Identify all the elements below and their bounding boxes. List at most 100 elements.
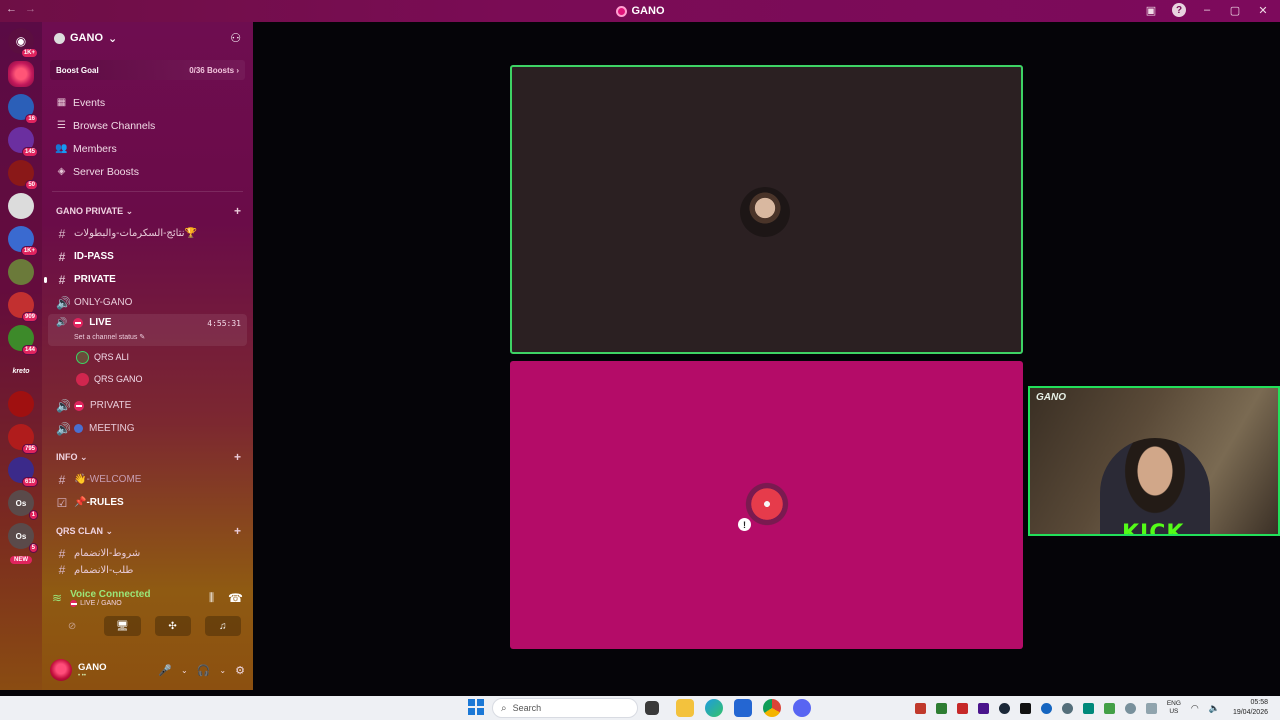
activities-button[interactable]: ✣ <box>154 616 191 636</box>
category-info[interactable]: INFO ⌄ + <box>42 446 253 468</box>
forward-icon[interactable]: → <box>25 3 36 15</box>
headphones-icon[interactable]: 🎧 <box>197 664 211 677</box>
server-badge: 144 <box>21 345 38 355</box>
microphone-icon[interactable] <box>1124 702 1136 714</box>
server-icon-gano[interactable] <box>8 61 34 87</box>
server-icon-kreto[interactable]: kreto <box>8 358 34 384</box>
disconnect-icon[interactable]: ☎ <box>228 591 243 605</box>
invite-icon[interactable]: ⚇ <box>230 31 241 45</box>
add-channel-icon[interactable]: + <box>234 524 241 538</box>
voice-user[interactable]: QRS ALI <box>42 346 253 368</box>
channel-label: نتائج-السكرمات-والبطولات🏆 <box>74 228 197 239</box>
chevron-down-icon[interactable]: ⌄ <box>219 666 226 675</box>
channel-join-rules[interactable]: # شروط-الانضمام <box>42 542 253 565</box>
camera-off-button[interactable]: ⊘ <box>54 616 90 636</box>
language-indicator[interactable]: ENG US <box>1167 700 1181 716</box>
taskbar-search[interactable]: ⌕ Search <box>492 698 638 718</box>
webcam-overlay: GANO KICK <box>1028 386 1280 536</box>
chrome-icon[interactable] <box>763 699 781 717</box>
tray-app-icon[interactable] <box>914 702 926 714</box>
server-icon-os[interactable]: Os 1 <box>8 490 38 520</box>
microphone-icon[interactable]: 🎤 <box>158 664 172 677</box>
bluetooth-icon[interactable] <box>1040 702 1052 714</box>
clock[interactable]: 05:58 19/04/2026 <box>1233 698 1268 718</box>
channel-private-voice[interactable]: 🔊 PRIVATE <box>42 394 253 417</box>
tray-app-icon[interactable] <box>1019 702 1031 714</box>
tray-app-icon[interactable] <box>1061 702 1073 714</box>
tray-app-icon[interactable] <box>1103 702 1115 714</box>
edge-icon[interactable] <box>705 699 723 717</box>
file-explorer-icon[interactable] <box>676 699 694 717</box>
server-icon[interactable]: 909 <box>8 292 38 322</box>
server-icon[interactable]: 16 <box>8 94 38 124</box>
server-icon[interactable]: 1K+ <box>8 226 38 256</box>
server-icon[interactable] <box>8 193 34 219</box>
channel-private-text[interactable]: # PRIVATE <box>42 268 253 291</box>
soundboard-button[interactable]: ♫ <box>204 616 241 636</box>
voice-status: Voice Connected <box>70 589 151 600</box>
tray-app-icon[interactable] <box>935 702 947 714</box>
avatar[interactable] <box>50 659 72 681</box>
channel-meeting[interactable]: 🔊 MEETING <box>42 417 253 440</box>
server-icon[interactable]: 144 <box>8 325 38 355</box>
help-icon[interactable]: ? <box>1172 3 1186 17</box>
minimize-icon[interactable]: – <box>1200 3 1214 17</box>
nav-server-boosts[interactable]: ◈ Server Boosts <box>42 160 253 183</box>
nav-members[interactable]: 👥 Members <box>42 137 253 160</box>
store-icon[interactable] <box>734 699 752 717</box>
tray-app-icon[interactable] <box>1145 702 1157 714</box>
wifi-icon[interactable]: ◠ <box>1191 703 1199 714</box>
rules-icon: ☑ <box>56 495 68 510</box>
set-status-link[interactable]: Set a channel status ✎ <box>74 333 145 341</box>
channel-welcome[interactable]: # 👋-WELCOME <box>42 468 253 491</box>
back-icon[interactable]: ← <box>6 3 17 15</box>
maximize-icon[interactable]: ▢ <box>1228 3 1242 17</box>
server-icon[interactable] <box>8 259 34 285</box>
server-icon[interactable]: 795 <box>8 424 38 454</box>
volume-icon[interactable]: 🔈 <box>1209 703 1220 714</box>
hash-icon: # <box>58 226 66 241</box>
channel-live[interactable]: 🔊 LIVE 4:55:31 Set a channel status ✎ <box>48 314 247 346</box>
server-header[interactable]: GANO ⌄ ⚇ <box>42 22 253 54</box>
channel-only-gano[interactable]: 🔊 ONLY-GANO <box>42 291 253 314</box>
muted-icon: ! <box>738 518 751 531</box>
server-icon[interactable]: 50 <box>8 160 38 190</box>
nav-events[interactable]: ▦ Events <box>42 91 253 114</box>
home-button[interactable]: ◉ 1K+ <box>8 28 38 58</box>
server-icon-os[interactable]: Os 5 <box>8 523 38 553</box>
camera-label: GANO <box>1036 392 1066 403</box>
inbox-icon[interactable]: ▣ <box>1144 3 1158 17</box>
tray-app-icon[interactable] <box>1082 702 1094 714</box>
tray-app-icon[interactable] <box>956 702 968 714</box>
noise-suppression-icon[interactable]: ⫼ <box>209 592 214 605</box>
chevron-down-icon[interactable]: ⌄ <box>181 666 188 675</box>
category-label: INFO <box>56 451 78 462</box>
voice-channel: LIVE / GANO <box>80 600 122 607</box>
lang-code: ENG <box>1166 700 1181 707</box>
channel-label: شروط-الانضمام <box>74 548 141 559</box>
task-view-icon[interactable] <box>645 701 659 715</box>
voice-user[interactable]: QRS GANO <box>42 368 253 390</box>
channel-id-pass[interactable]: # ID-PASS <box>42 245 253 268</box>
discord-icon[interactable] <box>793 699 811 717</box>
channel-results[interactable]: # نتائج-السكرمات-والبطولات🏆 <box>42 222 253 245</box>
server-icon[interactable]: 610 <box>8 457 38 487</box>
server-icon[interactable]: 145 <box>8 127 38 157</box>
add-channel-icon[interactable]: + <box>234 450 241 464</box>
steam-icon[interactable] <box>998 702 1010 714</box>
category-gano-private[interactable]: GANO PRIVATE ⌄ + <box>42 200 253 222</box>
windows-start-icon[interactable] <box>468 699 484 715</box>
boost-goal-bar[interactable]: Boost Goal 0/36 Boosts › <box>50 60 245 80</box>
gear-icon[interactable]: ⚙ <box>235 664 245 677</box>
channel-rules[interactable]: ☑ 📌-RULES <box>42 491 253 514</box>
tray-app-icon[interactable] <box>977 702 989 714</box>
globe-icon <box>74 424 83 433</box>
channel-join-request[interactable]: # طلب-الانضمام <box>42 565 253 575</box>
signal-icon[interactable]: ≋ <box>52 591 62 605</box>
close-icon[interactable]: ✕ <box>1256 3 1270 17</box>
nav-browse-channels[interactable]: ☰ Browse Channels <box>42 114 253 137</box>
add-channel-icon[interactable]: + <box>234 204 241 218</box>
category-qrs-clan[interactable]: QRS CLAN ⌄ + <box>42 520 253 542</box>
screen-share-button[interactable]: 🖥 <box>104 616 141 636</box>
server-icon[interactable] <box>8 391 34 417</box>
